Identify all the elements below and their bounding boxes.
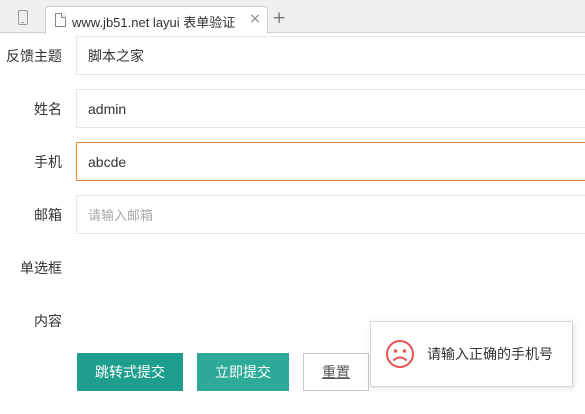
toast-message: 请输入正确的手机号 [427,346,553,362]
email-label: 邮箱 [34,207,62,223]
new-tab-icon[interactable]: + [272,10,286,27]
name-input[interactable]: admin [76,89,585,128]
error-toast: 请输入正确的手机号 [370,321,573,387]
phone-input[interactable]: abcde [76,142,585,181]
page: www.jb51.net layui 表单验证 × + 反馈主题 姓名 手机 邮… [0,0,585,414]
close-icon[interactable]: × [249,11,261,27]
name-label: 姓名 [34,101,62,117]
reset-button[interactable]: 重置 [303,353,369,391]
sad-face-icon [386,340,414,368]
content-label: 内容 [34,313,62,329]
mobile-view-icon[interactable] [14,7,32,27]
phone-label: 手机 [34,154,62,170]
radio-label: 单选框 [20,260,62,276]
reset-label: 重置 [322,364,350,380]
tab-title: www.jb51.net layui 表单验证 [72,15,236,30]
subject-label: 反馈主题 [6,48,62,64]
subject-input[interactable]: 脚本之家 [76,36,585,75]
browser-tab[interactable]: www.jb51.net layui 表单验证 × [45,6,268,34]
jump-submit-button[interactable]: 跳转式提交 [77,353,183,391]
submit-button[interactable]: 立即提交 [197,353,289,391]
page-icon [55,13,66,27]
email-input[interactable]: 请输入邮箱 [76,195,585,234]
browser-tab-bar: www.jb51.net layui 表单验证 × + [0,0,585,34]
